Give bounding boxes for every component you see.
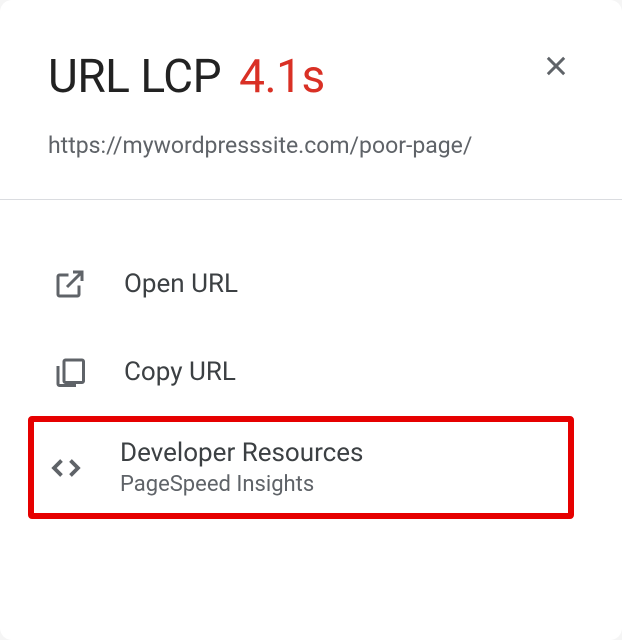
action-text: Open URL: [124, 269, 238, 299]
close-button[interactable]: [538, 48, 574, 87]
action-sublabel: PageSpeed Insights: [120, 472, 363, 497]
url-detail-panel: URL LCP 4.1s https://mywordpresssite.com…: [0, 0, 622, 640]
actions-list: Open URL Copy URL Develope: [48, 240, 574, 519]
close-icon: [542, 52, 570, 83]
action-label: Copy URL: [124, 357, 236, 387]
open-url-action[interactable]: Open URL: [48, 240, 574, 328]
title-group: URL LCP 4.1s: [48, 50, 325, 104]
developer-resources-action[interactable]: Developer Resources PageSpeed Insights: [28, 416, 574, 519]
copy-icon: [52, 354, 88, 390]
code-icon: [48, 450, 84, 486]
external-link-icon: [52, 266, 88, 302]
copy-url-action[interactable]: Copy URL: [48, 328, 574, 416]
action-label: Open URL: [124, 269, 238, 299]
divider: [0, 199, 622, 200]
panel-header: URL LCP 4.1s: [48, 50, 574, 104]
action-text: Copy URL: [124, 357, 236, 387]
lcp-metric: 4.1s: [239, 50, 325, 104]
action-label: Developer Resources: [120, 438, 363, 468]
url-text: https://mywordpresssite.com/poor-page/: [48, 132, 574, 159]
panel-title: URL LCP: [48, 50, 221, 104]
action-text: Developer Resources PageSpeed Insights: [120, 438, 363, 497]
